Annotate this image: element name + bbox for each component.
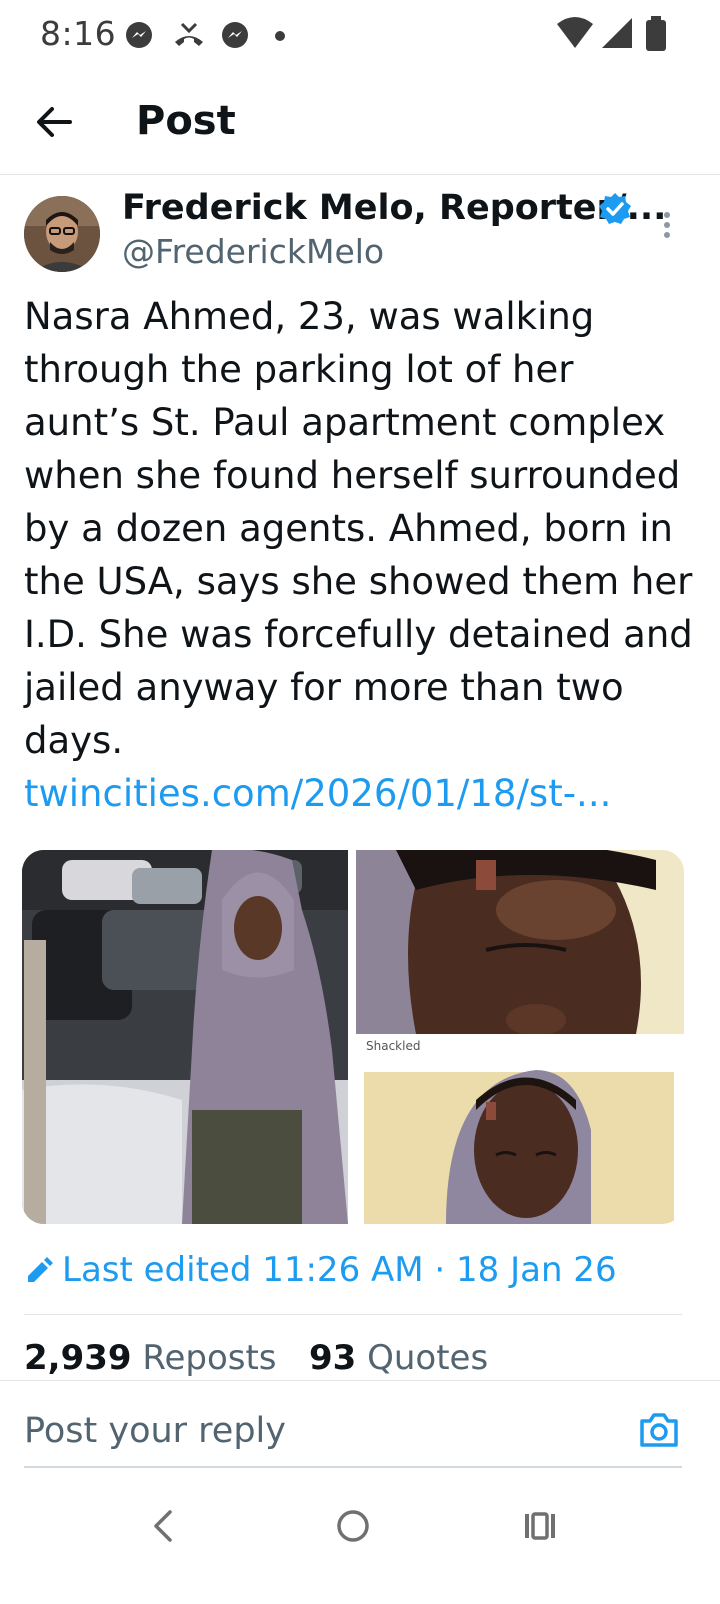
post-stats: 2,939 Reposts 93 Quotes [24,1338,488,1378]
media-photo-forehead-injury[interactable]: Shackled [356,1039,684,1224]
battery-icon [646,16,666,51]
signal-icon [602,18,632,48]
media-photo-parking-lot[interactable] [22,850,348,1224]
system-nav-bar [0,1480,720,1604]
status-time: 8:16 [40,14,117,53]
missed-call-icon [175,22,203,46]
post-media-grid: Shackled [22,850,684,1224]
reposts-count: 2,939 [24,1338,132,1378]
last-edited-label: Last edited 11:26 AM · 18 Jan 26 [62,1250,617,1290]
page-title: Post [136,98,236,144]
wifi-icon [557,17,593,48]
post-text: Nasra Ahmed, 23, was walking through the… [24,290,696,820]
verified-badge-icon [599,193,631,224]
reply-input[interactable]: Post your reply [24,1411,286,1451]
reposts-label: Reposts [142,1338,277,1378]
author-name[interactable]: Frederick Melo, Reporter/... [122,188,666,228]
nav-recents-icon[interactable] [522,1506,558,1546]
reply-underline [24,1466,682,1468]
top-bar: Post [0,70,720,175]
reposts-stat[interactable]: 2,939 Reposts [24,1338,277,1378]
quotes-label: Quotes [367,1338,489,1378]
messenger-icon [126,22,152,48]
quotes-count: 93 [308,1338,357,1378]
back-arrow-icon[interactable] [34,102,74,142]
camera-icon[interactable] [638,1411,680,1449]
post-body: Nasra Ahmed, 23, was walking through the… [24,295,693,762]
dot-icon [275,31,285,41]
more-options-icon[interactable] [660,210,674,240]
nav-back-icon[interactable] [148,1506,178,1546]
reply-bar: Post your reply [0,1380,720,1471]
messenger-icon [222,22,248,48]
edit-pencil-icon [28,1257,53,1282]
post-link[interactable]: twincities.com/2026/01/18/st-... [24,772,611,815]
avatar[interactable] [24,196,100,272]
divider [24,1314,682,1315]
status-bar: 8:16 [0,0,720,70]
quotes-stat[interactable]: 93 Quotes [309,1338,488,1378]
media-caption-partial: Shackled [366,1040,420,1053]
media-photo-face-closeup[interactable] [356,850,684,1034]
nav-home-icon[interactable] [334,1506,372,1546]
author-handle[interactable]: @FrederickMelo [122,232,384,271]
last-edited[interactable]: Last edited 11:26 AM · 18 Jan 26 [24,1250,617,1290]
